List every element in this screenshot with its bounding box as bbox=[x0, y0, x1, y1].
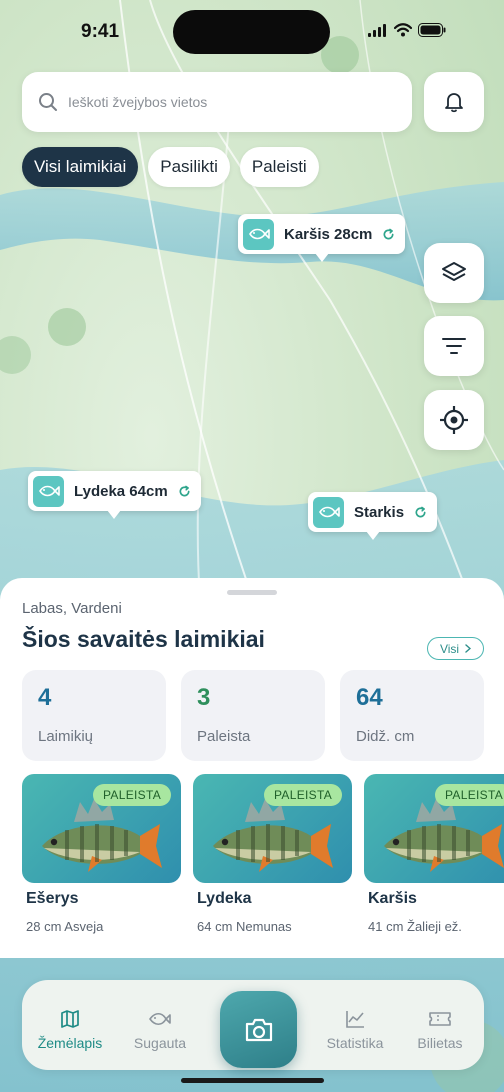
pin-label: Lydeka 64cm bbox=[74, 482, 168, 500]
catch-photo: PALEISTA bbox=[193, 774, 352, 883]
chip-released[interactable]: Paleisti bbox=[239, 147, 319, 187]
catch-details: 28 cm Asveja bbox=[26, 919, 104, 934]
catch-details: 64 cm Nemunas bbox=[197, 919, 292, 934]
signal-icon bbox=[368, 24, 386, 37]
bottom-nav: Žemėlapis Sugauta Statistika Bilietas bbox=[22, 980, 484, 1070]
catch-name: Lydeka bbox=[197, 890, 252, 907]
status-icons bbox=[368, 23, 446, 37]
section-title: Šios savaitės laimikiai bbox=[22, 626, 265, 652]
chip-all-catches[interactable]: Visi laimikiai bbox=[22, 147, 139, 187]
status-badge: PALEISTA bbox=[93, 784, 171, 806]
nav-map[interactable]: Žemėlapis bbox=[30, 1008, 110, 1051]
pin-label: Starkis bbox=[354, 503, 405, 521]
pin-label: Karšis 28cm bbox=[284, 225, 373, 243]
stat-card: 4 Laimikių bbox=[22, 670, 166, 761]
status-badge: PALEISTA bbox=[264, 784, 342, 806]
search-bar[interactable] bbox=[22, 72, 412, 132]
map-icon bbox=[61, 1010, 79, 1028]
stat-label: Didž. cm bbox=[356, 728, 415, 745]
search-input[interactable] bbox=[68, 94, 368, 110]
stat-value: 3 bbox=[197, 684, 211, 711]
greeting: Labas, Vardeni bbox=[22, 600, 122, 617]
locate-icon bbox=[440, 406, 468, 434]
see-all-label: Visi bbox=[439, 641, 460, 656]
refresh-icon bbox=[383, 228, 394, 239]
nav-label: Sugauta bbox=[133, 1035, 187, 1051]
home-indicator bbox=[181, 1078, 324, 1083]
ticket-icon bbox=[429, 1012, 451, 1026]
layers-icon bbox=[442, 262, 466, 281]
filter-icon bbox=[442, 338, 466, 354]
camera-button[interactable] bbox=[220, 991, 297, 1068]
catch-card[interactable]: PALEISTA Ešerys 28 cm Asveja bbox=[22, 774, 181, 934]
stat-card: 64 Didž. cm bbox=[340, 670, 484, 761]
status-badge: PALEISTA bbox=[435, 784, 504, 806]
status-time: 9:41 bbox=[81, 21, 120, 42]
chip-kept[interactable]: Pasilikti bbox=[148, 147, 230, 187]
nav-label: Žemėlapis bbox=[37, 1035, 103, 1051]
battery-icon bbox=[418, 23, 446, 37]
catch-pin[interactable]: Karšis 28cm bbox=[238, 214, 406, 262]
stat-label: Paleista bbox=[197, 728, 251, 745]
filter-button[interactable] bbox=[424, 316, 484, 376]
chart-icon bbox=[346, 1011, 364, 1028]
status-bar: 9:41 bbox=[0, 0, 504, 64]
refresh-icon bbox=[179, 485, 190, 496]
catch-pin[interactable]: Lydeka 64cm bbox=[28, 471, 201, 519]
search-icon bbox=[39, 93, 57, 111]
catch-name: Ešerys bbox=[26, 890, 79, 907]
nav-label: Statistika bbox=[326, 1035, 384, 1051]
filter-chips: Visi laimikiai Pasilikti Paleisti bbox=[22, 147, 319, 187]
fish-icon bbox=[33, 475, 64, 507]
layers-button[interactable] bbox=[424, 243, 484, 303]
catch-card[interactable]: PALEISTA Karšis 41 cm Žalieji ež. bbox=[364, 774, 504, 934]
catch-details: 41 cm Žalieji ež. bbox=[368, 919, 462, 934]
sheet-handle[interactable] bbox=[227, 590, 277, 595]
catch-photo: PALEISTA bbox=[22, 774, 181, 883]
dynamic-island bbox=[173, 10, 330, 54]
locate-button[interactable] bbox=[424, 390, 484, 450]
bottom-sheet[interactable]: Labas, Vardeni Šios savaitės laimikiai V… bbox=[0, 578, 504, 958]
nav-ticket[interactable]: Bilietas bbox=[400, 1008, 480, 1051]
fish-icon bbox=[149, 1012, 171, 1026]
catch-pin[interactable]: Starkis bbox=[308, 492, 438, 540]
stat-card: 3 Paleista bbox=[181, 670, 325, 761]
see-all-button[interactable]: Visi bbox=[427, 637, 484, 660]
notifications-button[interactable] bbox=[424, 72, 484, 132]
catch-name: Karšis bbox=[368, 890, 417, 907]
catch-card[interactable]: PALEISTA Lydeka 64 cm Nemunas bbox=[193, 774, 352, 934]
stat-value: 64 bbox=[356, 684, 383, 711]
nav-label: Bilietas bbox=[417, 1035, 463, 1051]
stat-label: Laimikių bbox=[38, 728, 94, 745]
stat-value: 4 bbox=[38, 684, 52, 711]
refresh-icon bbox=[415, 506, 426, 517]
nav-statistics[interactable]: Statistika bbox=[315, 1008, 395, 1051]
fish-icon bbox=[313, 496, 344, 528]
chevron-right-icon bbox=[465, 644, 472, 653]
bell-icon bbox=[445, 93, 463, 113]
wifi-icon bbox=[394, 23, 412, 37]
catch-photo: PALEISTA bbox=[364, 774, 504, 883]
fish-icon bbox=[243, 218, 274, 250]
camera-icon bbox=[245, 1018, 272, 1041]
nav-caught[interactable]: Sugauta bbox=[120, 1008, 200, 1051]
